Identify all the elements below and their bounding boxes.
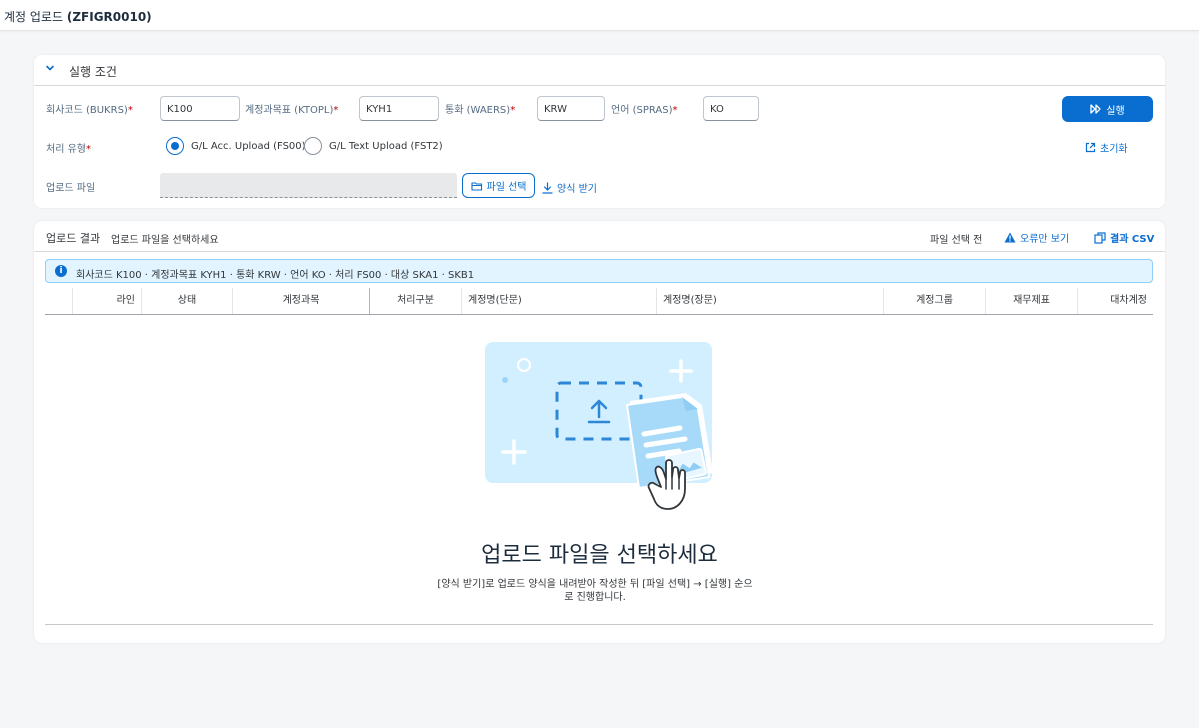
reset-link[interactable]: 초기화 xyxy=(1085,140,1128,155)
language-label: 언어 (SPRAS)* xyxy=(611,101,678,116)
upload-file-label: 업로드 파일 xyxy=(46,183,96,194)
template-download-label: 양식 받기 xyxy=(557,184,597,195)
language-label-text: 언어 (SPRAS) xyxy=(611,105,673,116)
required-mark: * xyxy=(85,144,91,155)
page-title-text: 계정 업로드 xyxy=(4,10,64,24)
criteria-panel: 실행 조건 회사코드 (BUKRS)* K100 계정과목표 (KTOPL)* … xyxy=(34,55,1165,208)
upload-illustration xyxy=(485,342,713,510)
app-header: 계정 업로드 (ZFIGR0010) xyxy=(0,0,1199,31)
required-mark: * xyxy=(333,105,339,116)
empty-state-title: 업로드 파일을 선택하세요 xyxy=(481,543,718,568)
required-mark: * xyxy=(510,105,516,116)
csv-export-label: 결과 CSV xyxy=(1110,234,1155,245)
column-header-line[interactable]: 라인 xyxy=(73,288,142,314)
criteria-title: 실행 조건 xyxy=(69,65,117,79)
info-message-strip: i 회사코드 K100 · 계정과목표 KYH1 · 통화 KRW · 언어 K… xyxy=(45,259,1153,283)
currency-label: 통화 (WAERS)* xyxy=(445,101,515,116)
chevron-down-icon[interactable] xyxy=(44,62,56,74)
run-button-label: 실행 xyxy=(1106,105,1125,117)
column-header-bs-account[interactable]: 대차계정 xyxy=(1078,288,1153,314)
radio-fs00-label[interactable]: G/L Acc. Upload (FS00) xyxy=(191,141,306,152)
required-mark: * xyxy=(127,105,133,116)
export-icon xyxy=(1094,231,1106,244)
results-title: 업로드 결과 xyxy=(46,232,101,245)
process-type-label: 처리 유형* xyxy=(46,140,91,155)
currency-input[interactable]: KRW xyxy=(537,96,605,121)
column-header-account[interactable]: 계정과목 xyxy=(233,288,370,314)
chart-of-accounts-label-text: 계정과목표 (KTOPL) xyxy=(245,105,334,116)
warning-icon xyxy=(1004,232,1016,243)
results-panel: 업로드 결과 업로드 파일을 선택하세요 파일 선택 전 오류만 보기 결과 C… xyxy=(34,221,1165,643)
chart-of-accounts-input[interactable]: KYH1 xyxy=(359,96,439,121)
column-header-account-group[interactable]: 계정그룹 xyxy=(884,288,986,314)
required-mark: * xyxy=(672,105,678,116)
column-header-process-type[interactable]: 처리구분 xyxy=(370,288,462,314)
radio-fs00[interactable] xyxy=(166,137,184,155)
results-header: 업로드 결과 업로드 파일을 선택하세요 파일 선택 전 오류만 보기 결과 C… xyxy=(34,221,1165,252)
folder-icon xyxy=(470,181,482,191)
column-header-status[interactable]: 상태 xyxy=(142,288,233,314)
reset-icon xyxy=(1085,142,1096,153)
errors-only-label: 오류만 보기 xyxy=(1020,234,1070,245)
csv-export-link[interactable]: 결과 CSV xyxy=(1094,230,1154,245)
criteria-header[interactable]: 실행 조건 xyxy=(34,55,1165,86)
upload-file-field[interactable] xyxy=(160,173,457,198)
column-header-short-text[interactable]: 계정명(단문) xyxy=(462,288,657,314)
info-icon: i xyxy=(55,265,67,277)
company-code-label-text: 회사코드 (BUKRS) xyxy=(46,105,128,116)
results-status: 파일 선택 전 xyxy=(930,235,983,246)
company-code-label: 회사코드 (BUKRS)* xyxy=(46,101,133,116)
empty-state-description-line2: 로 진행합니다. xyxy=(564,592,626,603)
file-select-button[interactable]: 파일 선택 xyxy=(462,173,535,198)
empty-state-description-line1: [양식 받기]로 업로드 양식을 내려받아 작성한 뒤 [파일 선택] → [실… xyxy=(437,579,753,590)
page-title-code: (ZFIGR0010) xyxy=(66,10,152,24)
column-header-long-text[interactable]: 계정명(장문) xyxy=(657,288,884,314)
radio-fst2-label[interactable]: G/L Text Upload (FST2) xyxy=(329,141,443,152)
template-download-link[interactable]: 양식 받기 xyxy=(542,180,597,195)
results-subtitle: 업로드 파일을 선택하세요 xyxy=(111,235,219,246)
download-icon xyxy=(542,181,553,194)
company-code-input[interactable]: K100 xyxy=(160,96,240,121)
run-button[interactable]: 실행 xyxy=(1062,96,1153,122)
table-header: 라인 상태 계정과목 처리구분 계정명(단문) 계정명(장문) 계정그룹 재무제… xyxy=(45,288,1153,315)
row-selector-header[interactable] xyxy=(45,288,73,314)
radio-fst2[interactable] xyxy=(304,137,322,155)
run-icon xyxy=(1090,104,1101,114)
currency-label-text: 통화 (WAERS) xyxy=(445,105,511,116)
errors-only-link[interactable]: 오류만 보기 xyxy=(1004,230,1069,245)
table-bottom-divider xyxy=(45,624,1153,625)
page-title: 계정 업로드 (ZFIGR0010) xyxy=(4,8,152,25)
process-type-label-text: 처리 유형 xyxy=(46,144,86,155)
chart-of-accounts-label: 계정과목표 (KTOPL)* xyxy=(245,101,338,116)
column-header-fs-item[interactable]: 재무제표 xyxy=(986,288,1078,314)
file-select-button-label: 파일 선택 xyxy=(486,182,527,193)
info-message: 회사코드 K100 · 계정과목표 KYH1 · 통화 KRW · 언어 KO … xyxy=(76,270,475,281)
language-input[interactable]: KO xyxy=(703,96,759,121)
reset-link-label: 초기화 xyxy=(1100,144,1128,155)
empty-state-description: [양식 받기]로 업로드 양식을 내려받아 작성한 뒤 [파일 선택] → [실… xyxy=(420,578,770,604)
